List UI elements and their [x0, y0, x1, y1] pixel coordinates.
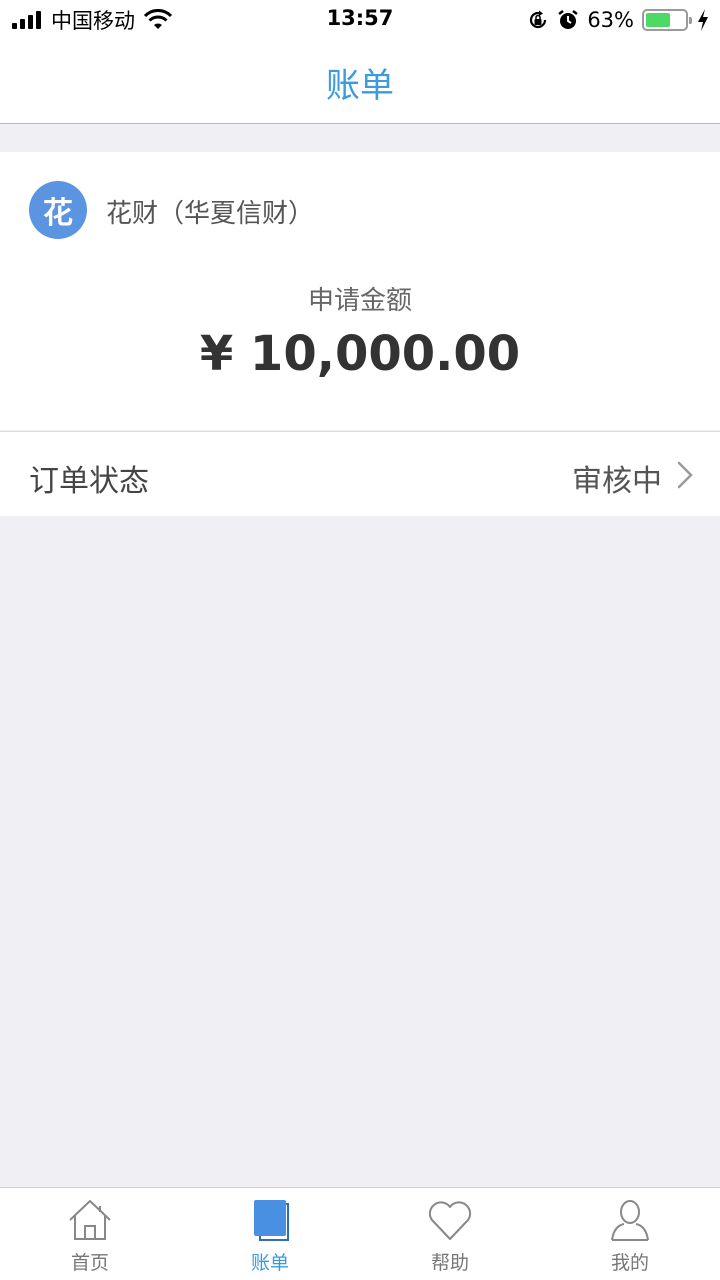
tab-help[interactable]: 帮助: [360, 1188, 540, 1280]
battery-icon: [642, 9, 692, 31]
lender-name: 花财（华夏信财）: [106, 199, 315, 229]
tab-bill[interactable]: 账单: [180, 1188, 360, 1280]
charging-icon: [698, 9, 708, 31]
order-status-row[interactable]: 订单状态 审核中: [0, 431, 720, 516]
lender-avatar: 花: [29, 181, 87, 239]
status-bar-right: 63%: [527, 6, 710, 34]
tab-home[interactable]: 首页: [0, 1188, 180, 1280]
battery-percent: 63%: [587, 8, 634, 32]
navigation-bar: 账单: [0, 40, 720, 124]
tab-help-label: 帮助: [430, 1252, 469, 1274]
amount-value: ¥ 10,000.00: [199, 326, 521, 382]
tab-mine-label: 我的: [610, 1252, 649, 1274]
order-status-value: 审核中: [572, 464, 662, 499]
alarm-icon: [558, 10, 579, 29]
user-icon: [611, 1200, 649, 1241]
tab-home-label: 首页: [70, 1252, 109, 1274]
battery-level: [646, 13, 670, 27]
page-title: 账单: [326, 66, 394, 106]
amount-label: 申请金额: [307, 286, 412, 316]
tab-bar: 首页 账单 帮助 我的: [0, 1187, 720, 1280]
tab-bill-label: 账单: [250, 1252, 289, 1274]
status-bar: 中国移动 13:57 63%: [0, 0, 720, 40]
order-card: 花 花财（华夏信财） 申请金额 ¥ 10,000.00: [0, 152, 720, 430]
chevron-right-icon: [677, 461, 693, 489]
order-status-label: 订单状态: [29, 464, 149, 499]
bill-icon: [254, 1200, 289, 1241]
heart-icon: [428, 1201, 472, 1240]
tab-mine[interactable]: 我的: [540, 1188, 720, 1280]
home-icon: [69, 1200, 111, 1240]
rotation-lock-icon: [530, 10, 547, 29]
